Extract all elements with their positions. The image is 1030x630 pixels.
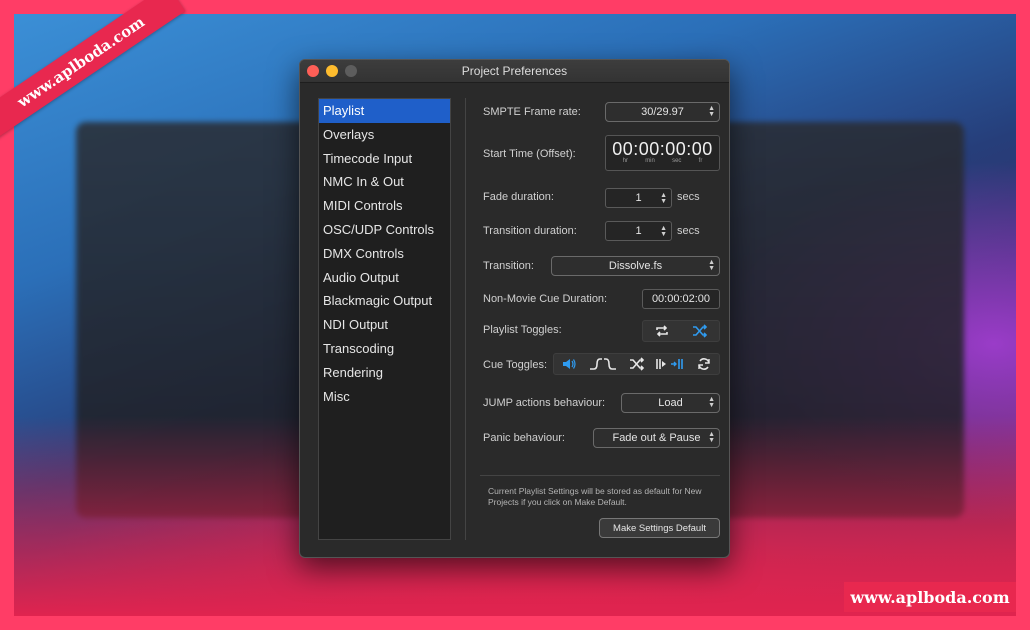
- stepper-arrows-icon[interactable]: ▲ ▼: [660, 225, 667, 238]
- skip-icon[interactable]: [654, 353, 686, 375]
- transition-duration-label: Transition duration:: [483, 225, 577, 237]
- zoom-button[interactable]: [345, 65, 357, 77]
- playlist-toggles-label: Playlist Toggles:: [483, 324, 562, 336]
- minimize-button[interactable]: [326, 65, 338, 77]
- cue-toggles-label: Cue Toggles:: [483, 359, 548, 371]
- non-movie-cue-duration-field[interactable]: 00:00:02:00: [642, 289, 720, 309]
- start-time-field[interactable]: 00:00:00:00 hr min sec fr: [605, 135, 720, 171]
- chevron-updown-icon: ▲ ▼: [708, 259, 715, 272]
- fade-duration-label: Fade duration:: [483, 191, 554, 203]
- sidebar-item-ndi-output[interactable]: NDI Output: [319, 313, 450, 337]
- shuffle-icon[interactable]: [626, 353, 648, 375]
- repeat-icon[interactable]: [651, 320, 673, 342]
- sidebar-item-blackmagic-output[interactable]: Blackmagic Output: [319, 289, 450, 313]
- non-movie-cue-duration-value: 00:00:02:00: [651, 293, 711, 305]
- cue-toggles-group: [553, 353, 720, 375]
- transition-duration-value: 1: [635, 225, 642, 237]
- chevron-updown-icon: ▲ ▼: [708, 431, 715, 444]
- transition-duration-unit: secs: [677, 225, 700, 237]
- loop-icon[interactable]: [693, 353, 715, 375]
- unit-fr: fr: [698, 158, 703, 164]
- panel-divider: [465, 98, 466, 540]
- fade-duration-stepper[interactable]: 1 ▲ ▼: [605, 188, 672, 208]
- panic-behaviour-select[interactable]: Fade out & Pause ▲ ▼: [593, 428, 720, 448]
- sidebar-item-nmc-in-out[interactable]: NMC In & Out: [319, 170, 450, 194]
- sidebar-item-playlist[interactable]: Playlist: [319, 99, 450, 123]
- sidebar-item-midi-controls[interactable]: MIDI Controls: [319, 194, 450, 218]
- sidebar-item-timecode-input[interactable]: Timecode Input: [319, 147, 450, 171]
- window-controls: [307, 65, 357, 77]
- watermark-box: www.aplboda.com: [844, 582, 1016, 612]
- shuffle-icon[interactable]: [689, 320, 711, 342]
- make-settings-default-button[interactable]: Make Settings Default: [599, 518, 720, 538]
- preferences-sidebar: Playlist Overlays Timecode Input NMC In …: [318, 98, 451, 540]
- fade-duration-unit: secs: [677, 191, 700, 203]
- non-movie-cue-duration-label: Non-Movie Cue Duration:: [483, 293, 608, 305]
- window-title: Project Preferences: [461, 64, 568, 78]
- panic-behaviour-value: Fade out & Pause: [612, 432, 701, 444]
- panic-behaviour-label: Panic behaviour:: [483, 432, 565, 444]
- sidebar-item-audio-output[interactable]: Audio Output: [319, 266, 450, 290]
- sidebar-item-rendering[interactable]: Rendering: [319, 361, 450, 385]
- sidebar-item-misc[interactable]: Misc: [319, 385, 450, 409]
- start-time-value: 00:00:00:00: [612, 139, 713, 159]
- sidebar-item-osc-udp-controls[interactable]: OSC/UDP Controls: [319, 218, 450, 242]
- sidebar-item-dmx-controls[interactable]: DMX Controls: [319, 242, 450, 266]
- jump-actions-label: JUMP actions behaviour:: [483, 397, 606, 409]
- footer-divider: [480, 475, 720, 476]
- start-time-label: Start Time (Offset):: [483, 148, 576, 160]
- jump-actions-select[interactable]: Load ▲ ▼: [621, 393, 720, 413]
- stepper-arrows-icon[interactable]: ▲ ▼: [660, 192, 667, 205]
- speaker-icon[interactable]: [558, 353, 580, 375]
- title-bar[interactable]: Project Preferences: [300, 60, 729, 83]
- unit-min: min: [645, 158, 655, 164]
- jump-actions-value: Load: [658, 397, 683, 409]
- transition-duration-stepper[interactable]: 1 ▲ ▼: [605, 221, 672, 241]
- sidebar-item-overlays[interactable]: Overlays: [319, 123, 450, 147]
- smpte-label: SMPTE Frame rate:: [483, 106, 581, 118]
- unit-hr: hr: [622, 158, 628, 164]
- smpte-frame-rate-select[interactable]: 30/29.97 ▲ ▼: [605, 102, 720, 122]
- chevron-updown-icon: ▲ ▼: [708, 105, 715, 118]
- transition-select[interactable]: Dissolve.fs ▲ ▼: [551, 256, 720, 276]
- footer-note: Current Playlist Settings will be stored…: [488, 486, 702, 507]
- unit-sec: sec: [672, 158, 682, 164]
- preferences-window: Project Preferences Playlist Overlays Ti…: [299, 59, 730, 558]
- chevron-updown-icon: ▲ ▼: [708, 396, 715, 409]
- fade-icon[interactable]: [587, 353, 619, 375]
- sidebar-item-transcoding[interactable]: Transcoding: [319, 337, 450, 361]
- close-button[interactable]: [307, 65, 319, 77]
- transition-value: Dissolve.fs: [608, 260, 663, 272]
- smpte-value: 30/29.97: [641, 106, 684, 118]
- transition-label: Transition:: [483, 260, 534, 272]
- fade-duration-value: 1: [635, 192, 642, 204]
- playlist-toggles-group: [642, 320, 720, 342]
